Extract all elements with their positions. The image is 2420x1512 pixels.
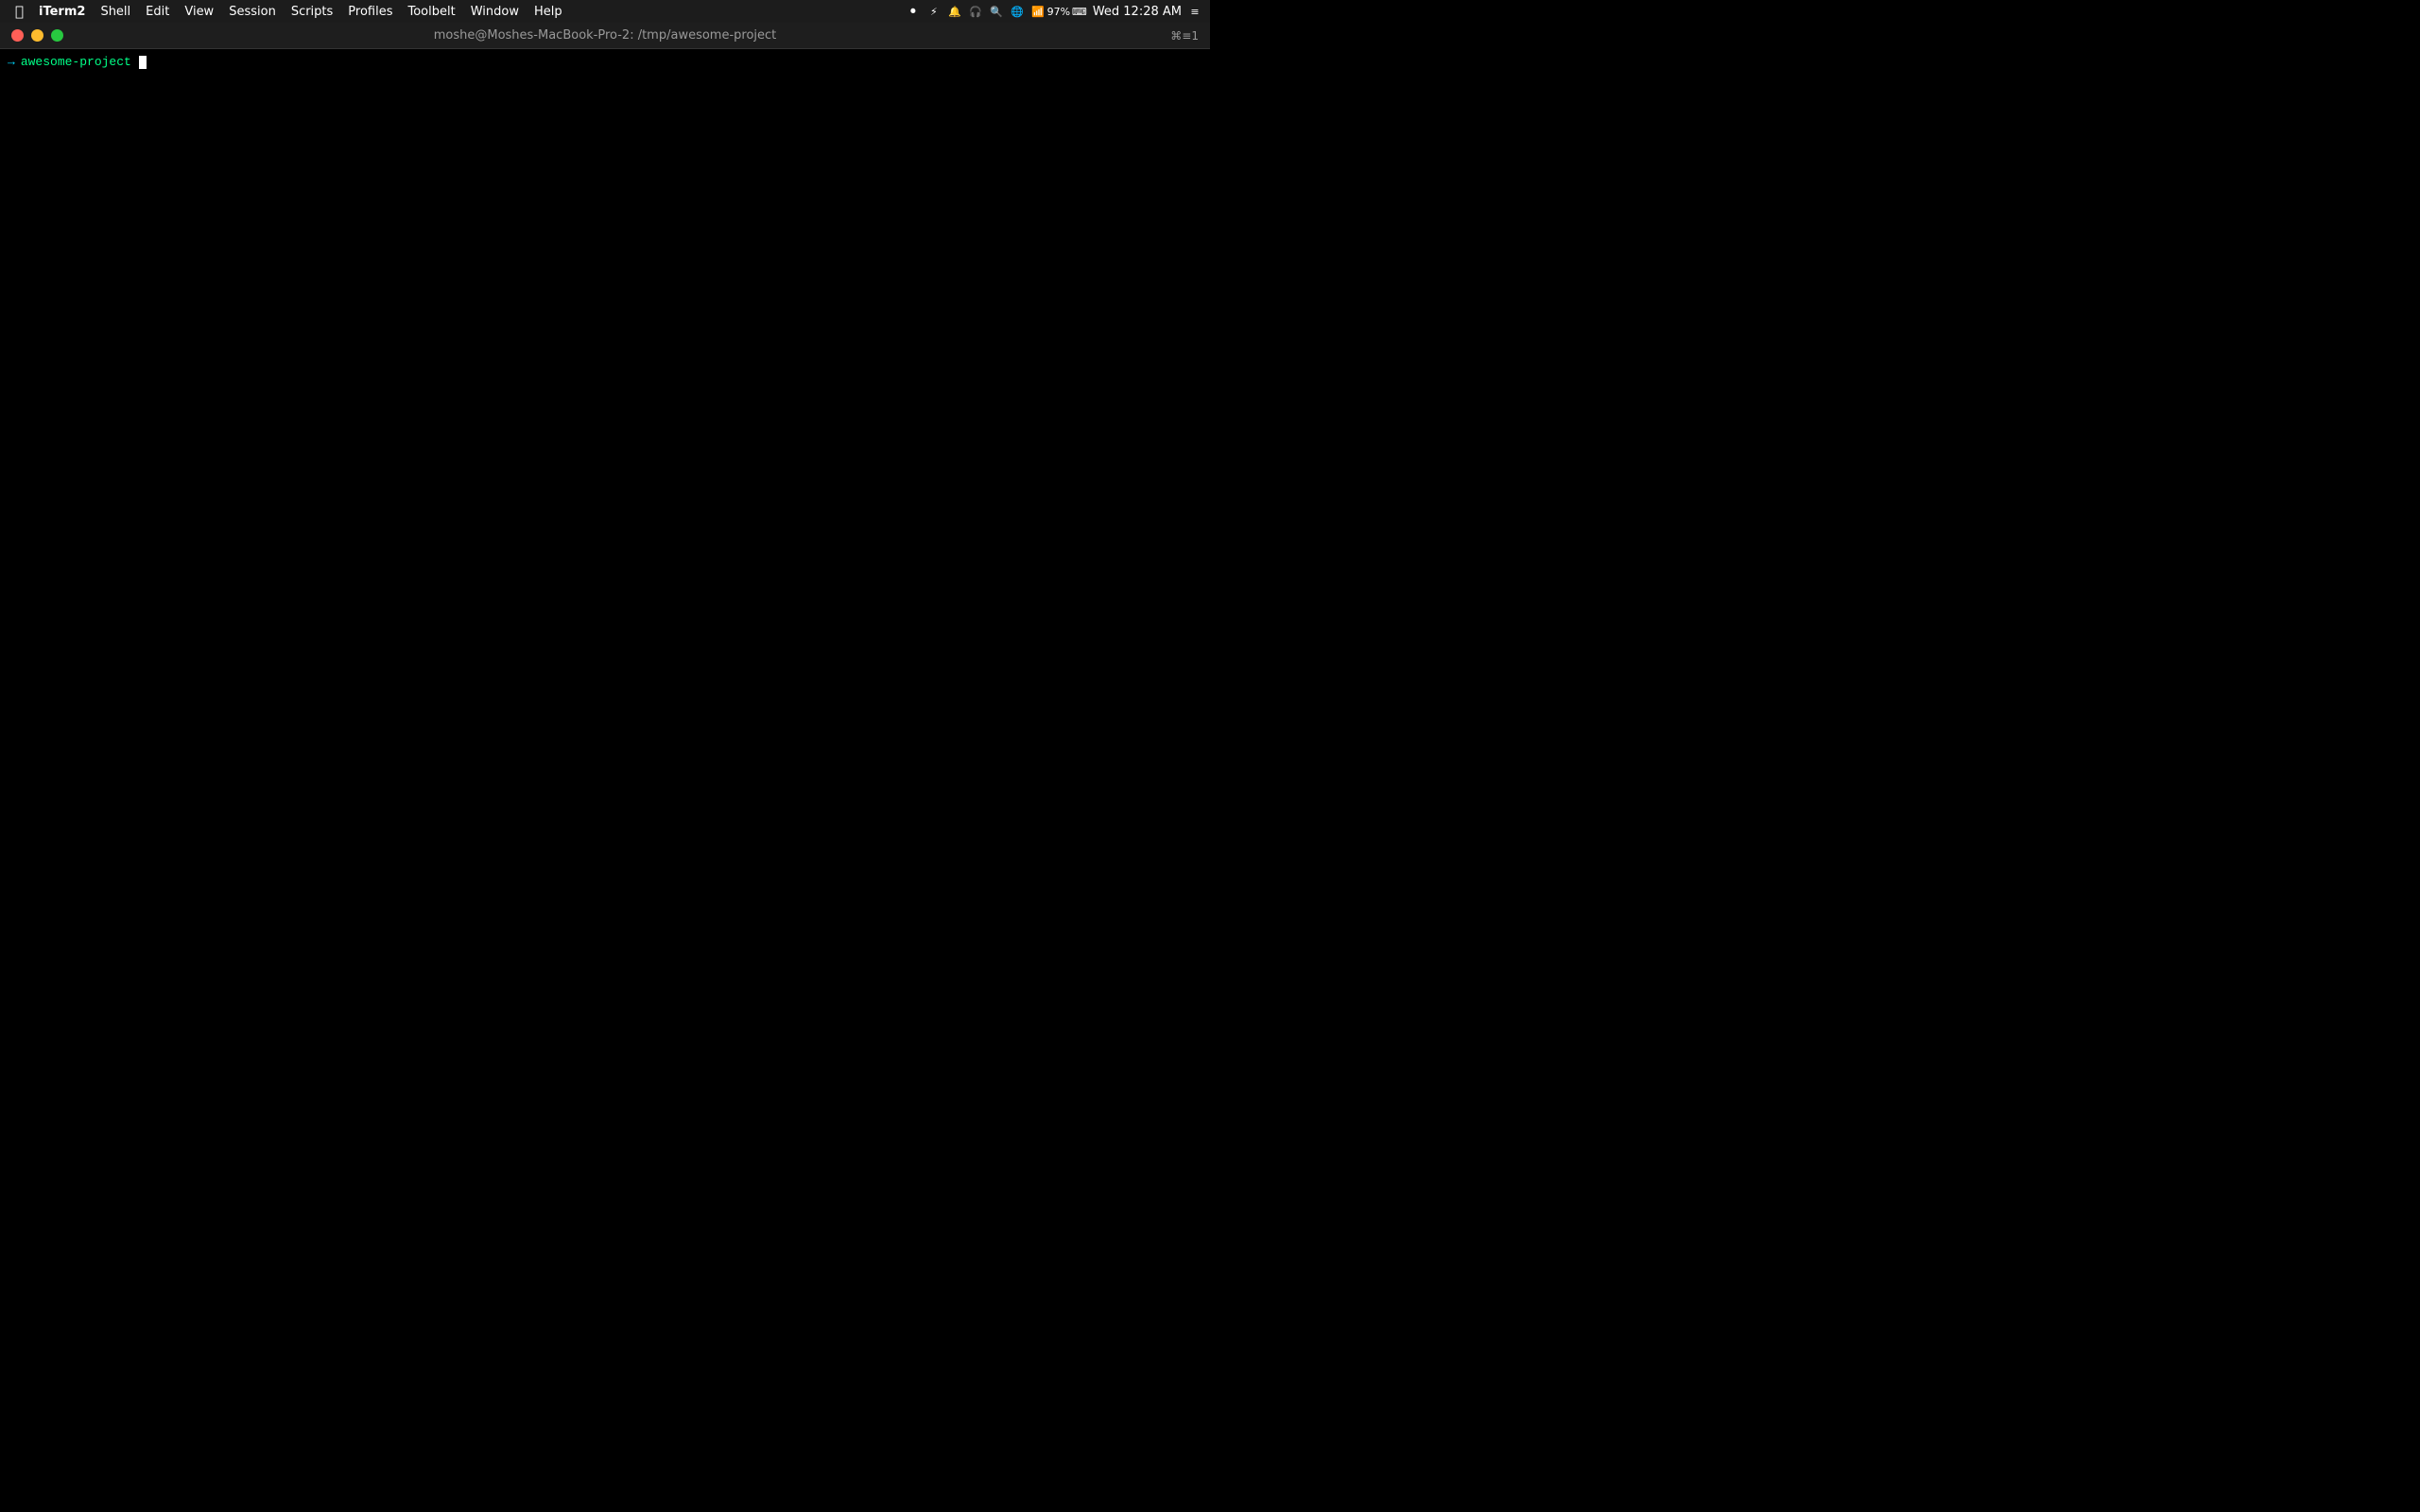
terminal-cursor [139, 56, 147, 69]
menu-edit[interactable]: Edit [138, 3, 177, 21]
menubar:  iTerm2 Shell Edit View Session Scripts… [0, 0, 1210, 23]
terminal-area[interactable]: → awesome-project [0, 49, 1210, 756]
menu-iterm2[interactable]: iTerm2 [31, 3, 93, 21]
minimize-button[interactable] [31, 29, 43, 42]
menubar-left:  iTerm2 Shell Edit View Session Scripts… [8, 3, 570, 21]
keyboard-icon[interactable]: ⌨ [1072, 4, 1087, 19]
prompt-directory: awesome-project [21, 53, 131, 72]
activity-icon[interactable]: ⚡ [926, 4, 942, 19]
menu-session[interactable]: Session [221, 3, 284, 21]
window-controls [11, 29, 63, 42]
menubar-right: ⏺ ⚡ 🔔 🎧 🔍 🌐 📶 97% ⌨ Wed 12:28 AM ≡ [906, 0, 1202, 23]
titlebar: moshe@Moshes-MacBook-Pro-2: /tmp/awesome… [0, 23, 1210, 49]
notification-icon[interactable]: 🔔 [947, 4, 962, 19]
prompt-arrow: → [8, 53, 15, 72]
prompt-line: → awesome-project [8, 53, 1202, 72]
menu-help[interactable]: Help [527, 3, 570, 21]
cast-icon[interactable]: 🌐 [1010, 4, 1025, 19]
menu-extras-icon[interactable]: ≡ [1187, 4, 1202, 19]
wifi-icon[interactable]: 📶 [1030, 4, 1046, 19]
menu-view[interactable]: View [177, 3, 221, 21]
record-icon[interactable]: ⏺ [906, 4, 921, 19]
battery-icon[interactable]: 97% [1051, 4, 1066, 19]
maximize-button[interactable] [51, 29, 63, 42]
datetime-display: Wed 12:28 AM [1093, 5, 1182, 19]
close-button[interactable] [11, 29, 24, 42]
search-icon[interactable]: 🔍 [989, 4, 1004, 19]
menu-scripts[interactable]: Scripts [284, 3, 340, 21]
battery-percent: 97% [1047, 6, 1070, 18]
menu-shell[interactable]: Shell [93, 3, 138, 21]
tab-indicator: ⌘≡1 [1170, 29, 1199, 43]
headphone-icon[interactable]: 🎧 [968, 4, 983, 19]
window-title: moshe@Moshes-MacBook-Pro-2: /tmp/awesome… [434, 28, 777, 43]
apple-menu[interactable]:  [8, 3, 31, 20]
menu-toolbelt[interactable]: Toolbelt [401, 3, 463, 21]
menu-profiles[interactable]: Profiles [340, 3, 400, 21]
menu-window[interactable]: Window [463, 3, 527, 21]
